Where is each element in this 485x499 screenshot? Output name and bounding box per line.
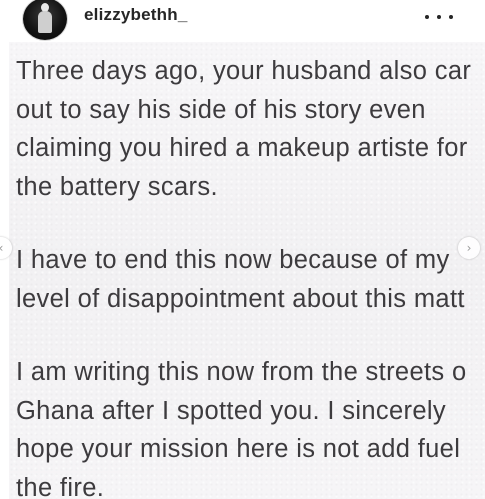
more-dot xyxy=(437,15,441,19)
text-line: the battery scars. xyxy=(16,172,218,201)
text-line: level of disappointment about this matt xyxy=(16,284,465,313)
instagram-post: elizzybethh_ Three days ago, your husban… xyxy=(0,0,485,499)
post-header: elizzybethh_ xyxy=(0,0,485,42)
text-line: Ghana after I spotted you. I sincerely xyxy=(16,396,447,425)
avatar[interactable] xyxy=(23,0,67,40)
carousel-next-button[interactable]: › xyxy=(458,237,480,259)
more-options-icon[interactable] xyxy=(425,10,453,24)
more-dot xyxy=(449,15,453,19)
more-dot xyxy=(425,15,429,19)
paragraph-3: I am writing this now from the streets o… xyxy=(16,353,467,499)
username-link[interactable]: elizzybethh_ xyxy=(84,2,187,28)
text-line: Three days ago, your husband also car xyxy=(16,57,472,85)
paragraph-1: Three days ago, your husband also car ou… xyxy=(16,52,471,206)
text-line: out to say his side of his story even xyxy=(16,95,426,124)
text-line: claiming you hired a makeup artiste for xyxy=(16,134,468,162)
post-image[interactable]: Three days ago, your husband also car ou… xyxy=(9,42,485,499)
chevron-right-icon: › xyxy=(466,241,472,255)
avatar-figure-body xyxy=(38,11,52,33)
chevron-left-icon: ‹ xyxy=(0,242,3,254)
paragraph-2: I have to end this now because of my lev… xyxy=(16,241,465,318)
text-line: I am writing this now from the streets o xyxy=(16,358,467,386)
text-line: hope your mission here is not add fuel xyxy=(16,435,461,463)
text-line: I have to end this now because of my xyxy=(16,246,450,274)
text-line: the fire. xyxy=(16,473,105,499)
